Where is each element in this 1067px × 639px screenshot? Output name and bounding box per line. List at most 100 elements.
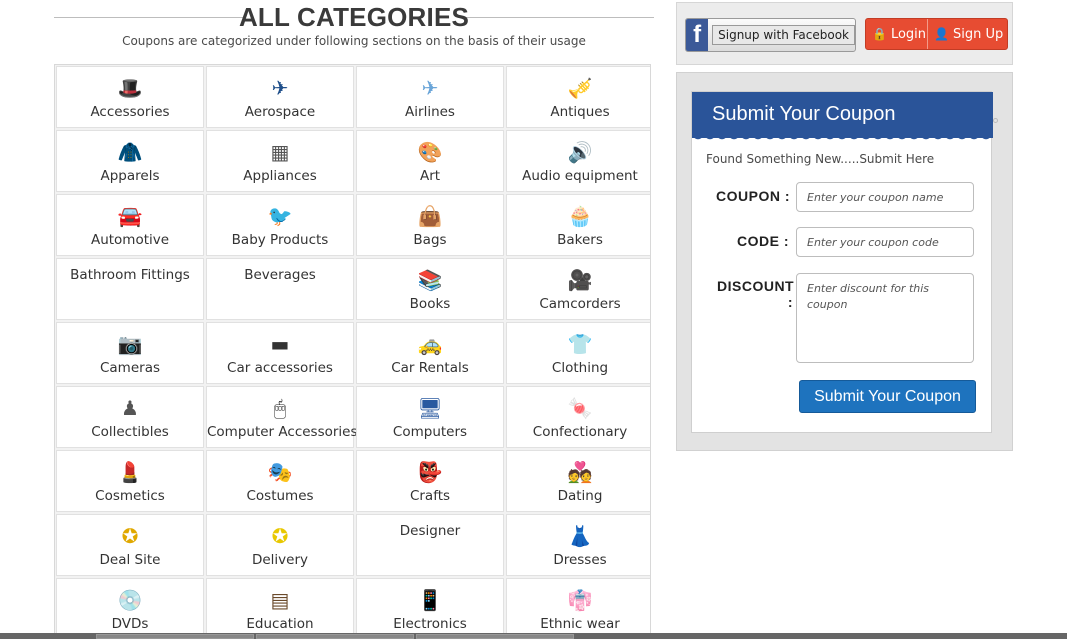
- bottom-scrollbar[interactable]: [0, 633, 1067, 639]
- dvd-icon: 💿: [117, 588, 143, 612]
- coupon-code-input[interactable]: [796, 227, 974, 257]
- category-label: Art: [419, 168, 441, 184]
- category-label: Cosmetics: [95, 488, 165, 504]
- category-dvds[interactable]: 💿 DVDs: [56, 578, 204, 638]
- ethnic-dress-icon: 👘: [567, 588, 593, 612]
- signup-button[interactable]: 👤 Sign Up: [928, 19, 1009, 49]
- coupon-form-intro: Found Something New.....Submit Here: [706, 152, 935, 166]
- lock-icon: 🔒: [872, 27, 887, 41]
- category-label: Antiques: [550, 104, 610, 120]
- category-baby-products[interactable]: 🐦 Baby Products: [206, 194, 354, 256]
- category-label: Designer: [399, 523, 461, 539]
- category-label: Accessories: [90, 104, 170, 120]
- shirt-icon: 👕: [567, 332, 593, 356]
- category-books[interactable]: 📚 Books: [356, 258, 504, 320]
- car-icon: 🚘: [117, 204, 143, 228]
- category-label: Camcorders: [539, 296, 621, 312]
- gramophone-icon: 🎺: [567, 76, 593, 100]
- code-label: CODE :: [737, 233, 789, 249]
- collectibles-icon: ♟: [121, 396, 139, 420]
- login-label: Login: [890, 26, 927, 42]
- category-label: Education: [246, 616, 314, 632]
- coupon-form: Submit Your Coupon Found Something New..…: [691, 91, 993, 433]
- category-label: Confectionary: [532, 424, 628, 440]
- category-airlines[interactable]: ✈ Airlines: [356, 66, 504, 128]
- category-label: Aerospace: [244, 104, 316, 120]
- category-dating[interactable]: 💑 Dating: [506, 450, 650, 512]
- bottom-tab-1[interactable]: [96, 634, 254, 639]
- category-bathroom-fittings[interactable]: Bathroom Fittings: [56, 258, 204, 320]
- category-car-rentals[interactable]: 🚕 Car Rentals: [356, 322, 504, 384]
- category-bakers[interactable]: 🧁 Bakers: [506, 194, 650, 256]
- category-deal-site[interactable]: ✪ Deal Site: [56, 514, 204, 576]
- category-computer-accessories[interactable]: 🖱 Computer Accessories: [206, 386, 358, 448]
- social-bar: f Signup with Facebook 🔒 Login 👤 Sign Up: [676, 2, 1013, 65]
- category-clothing[interactable]: 👕 Clothing: [506, 322, 650, 384]
- category-confectionary[interactable]: 🍬 Confectionary: [506, 386, 650, 448]
- category-beverages[interactable]: Beverages: [206, 258, 354, 320]
- category-computers[interactable]: 🖥 Computers: [356, 386, 504, 448]
- category-label: Bathroom Fittings: [70, 267, 190, 283]
- category-designer[interactable]: Designer: [356, 514, 504, 576]
- category-label: Clothing: [551, 360, 609, 376]
- coupon-name-input[interactable]: [796, 182, 974, 212]
- speaker-icon: 🔊: [567, 140, 593, 164]
- costume-icon: 🎭: [267, 460, 293, 484]
- category-ethnic-wear[interactable]: 👘 Ethnic wear: [506, 578, 650, 638]
- categories-header: ALL CATEGORIES Coupons are categorized u…: [54, 2, 654, 52]
- category-label: Cameras: [99, 360, 160, 376]
- category-antiques[interactable]: 🎺 Antiques: [506, 66, 650, 128]
- page-subtitle: Coupons are categorized under following …: [122, 34, 586, 48]
- login-button[interactable]: 🔒 Login: [866, 19, 928, 49]
- facebook-signup-button[interactable]: f Signup with Facebook: [685, 18, 856, 52]
- category-dresses[interactable]: 👗 Dresses: [506, 514, 650, 576]
- category-collectibles[interactable]: ♟ Collectibles: [56, 386, 204, 448]
- category-delivery[interactable]: ✪ Delivery: [206, 514, 354, 576]
- category-label: Crafts: [409, 488, 451, 504]
- category-grid: 🎩 Accessories ✈ Aerospace ✈ Airlines 🎺 Antiques…: [54, 64, 651, 639]
- jet-icon: ✈: [421, 76, 439, 100]
- camera-icon: 📷: [117, 332, 143, 356]
- category-audio-equipment[interactable]: 🔊 Audio equipment: [506, 130, 650, 192]
- dress-icon: 👗: [567, 524, 593, 548]
- chalkboard-icon: ▤: [270, 588, 290, 612]
- bottom-tab-2[interactable]: [256, 634, 414, 639]
- category-label: Car accessories: [227, 360, 333, 376]
- category-label: Bags: [413, 232, 447, 248]
- category-label: DVDs: [111, 616, 149, 632]
- category-electronics[interactable]: 📱 Electronics: [356, 578, 504, 638]
- discount-input[interactable]: [796, 273, 974, 363]
- category-camcorders[interactable]: 🎥 Camcorders: [506, 258, 650, 320]
- category-aerospace[interactable]: ✈ Aerospace: [206, 66, 354, 128]
- category-label: Baby Products: [231, 232, 329, 248]
- category-appliances[interactable]: ▦ Appliances: [206, 130, 354, 192]
- category-label: Collectibles: [91, 424, 169, 440]
- category-cosmetics[interactable]: 💄 Cosmetics: [56, 450, 204, 512]
- category-apparels[interactable]: 🧥 Apparels: [56, 130, 204, 192]
- bottom-tab-3[interactable]: [416, 634, 574, 639]
- category-label: Automotive: [90, 232, 170, 248]
- category-art[interactable]: 🎨 Art: [356, 130, 504, 192]
- category-label: Electronics: [393, 616, 467, 632]
- category-automotive[interactable]: 🚘 Automotive: [56, 194, 204, 256]
- dating-icon: 💑: [567, 460, 593, 484]
- palette-icon: 🎨: [417, 140, 443, 164]
- car-stereo-icon: ▬: [270, 332, 290, 356]
- category-education[interactable]: ▤ Education: [206, 578, 354, 638]
- category-accessories[interactable]: 🎩 Accessories: [56, 66, 204, 128]
- category-costumes[interactable]: 🎭 Costumes: [206, 450, 354, 512]
- coupon-form-title: Submit Your Coupon: [692, 92, 993, 144]
- facebook-icon: f: [686, 19, 709, 51]
- category-crafts[interactable]: 👺 Crafts: [356, 450, 504, 512]
- category-car-accessories[interactable]: ▬ Car accessories: [206, 322, 354, 384]
- category-label: Delivery: [251, 552, 309, 568]
- category-bags[interactable]: 👜 Bags: [356, 194, 504, 256]
- bag-icon: 👜: [417, 204, 443, 228]
- category-label: Deal Site: [99, 552, 161, 568]
- category-cameras[interactable]: 📷 Cameras: [56, 322, 204, 384]
- category-label: Audio equipment: [522, 168, 638, 184]
- submit-coupon-button[interactable]: Submit Your Coupon: [799, 380, 976, 413]
- decorative-dot: [993, 118, 998, 123]
- hire-car-icon: 🚕: [417, 332, 443, 356]
- auth-buttons: 🔒 Login 👤 Sign Up: [865, 18, 1008, 50]
